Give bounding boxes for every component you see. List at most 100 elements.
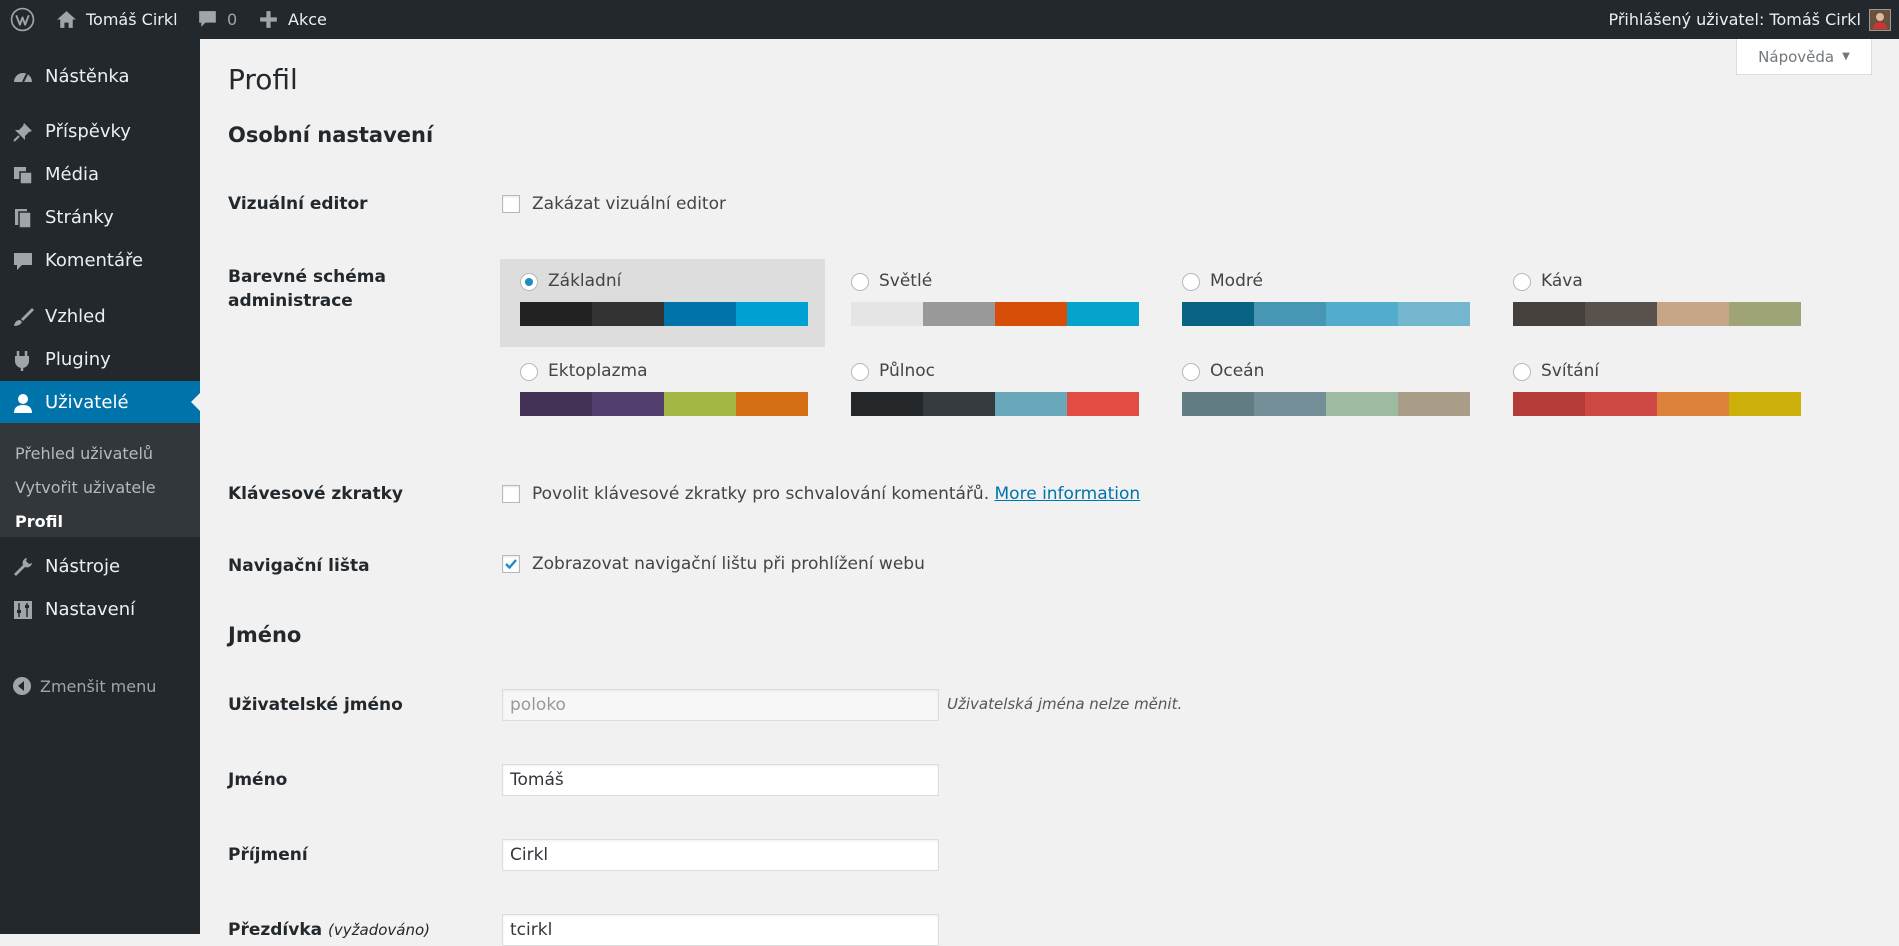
color-scheme-option[interactable]: Oceán [1162, 349, 1487, 437]
toolbar-label: Navigační lišta [228, 556, 370, 576]
color-swatch [1067, 392, 1139, 416]
menu-item-posts[interactable]: Příspěvky [0, 110, 200, 152]
menu-item-pages[interactable]: Stránky [0, 196, 200, 238]
collapse-menu-button[interactable]: Zmenšit menu [12, 676, 156, 696]
submenu-add-user[interactable]: Vytvořit uživatele [15, 478, 156, 497]
color-scheme-radio[interactable] [1513, 273, 1531, 291]
color-swatches [1513, 302, 1801, 326]
site-name-link[interactable]: Tomáš Cirkl [54, 0, 178, 39]
menu-item-plugins[interactable]: Pluginy [0, 338, 200, 380]
color-swatch [736, 392, 808, 416]
color-swatch [995, 392, 1067, 416]
color-swatch [1182, 302, 1254, 326]
more-information-link[interactable]: More information [995, 484, 1141, 504]
color-swatch [851, 302, 923, 326]
disable-visual-editor-checkbox[interactable] [502, 195, 520, 213]
color-swatch [995, 302, 1067, 326]
color-scheme-option[interactable]: Ektoplazma [500, 349, 825, 437]
color-scheme-name: Půlnoc [879, 361, 935, 381]
pin-icon [13, 123, 32, 142]
color-swatch [1254, 302, 1326, 326]
menu-item-dashboard[interactable]: Nástěnka [0, 55, 200, 97]
admin-menu: Nástěnka Příspěvky Média Stránky Komentá… [0, 39, 200, 934]
submenu-profile[interactable]: Profil [15, 512, 63, 531]
color-scheme-option[interactable]: Základní [500, 259, 825, 347]
color-swatch [592, 302, 664, 326]
color-swatches [1182, 302, 1470, 326]
color-scheme-name: Oceán [1210, 361, 1265, 381]
wrench-icon [14, 558, 32, 576]
color-swatch [1585, 302, 1657, 326]
color-swatch [1585, 392, 1657, 416]
color-swatches [520, 302, 808, 326]
color-swatch [1182, 392, 1254, 416]
nickname-input[interactable]: tcirkl [502, 914, 939, 946]
user-icon [14, 394, 32, 413]
menu-item-appearance[interactable]: Vzhled [0, 295, 200, 337]
color-swatch [1067, 302, 1139, 326]
media-icon [14, 167, 33, 185]
color-scheme-radio[interactable] [1182, 273, 1200, 291]
color-scheme-option[interactable]: Svítání [1493, 349, 1818, 437]
last-name-input[interactable]: Cirkl [502, 839, 939, 871]
color-swatch [1326, 392, 1398, 416]
color-swatch [1657, 302, 1729, 326]
color-scheme-radio[interactable] [851, 363, 869, 381]
menu-item-users[interactable]: Uživatelé [0, 381, 200, 423]
color-swatches [851, 302, 1139, 326]
wordpress-logo-button[interactable] [10, 0, 35, 39]
pages-icon [15, 209, 32, 229]
settings-icon [14, 601, 32, 619]
last-name-label: Příjmení [228, 845, 308, 865]
username-label: Uživatelské jméno [228, 695, 403, 715]
new-content-button[interactable]: Akce [256, 0, 327, 39]
color-scheme-radio[interactable] [1182, 363, 1200, 381]
color-scheme-name: Káva [1541, 271, 1583, 291]
color-scheme-option[interactable]: Káva [1493, 259, 1818, 347]
menu-item-media[interactable]: Média [0, 153, 200, 195]
required-note: (vyžadováno) [328, 921, 431, 939]
menu-item-tools[interactable]: Nástroje [0, 545, 200, 587]
color-scheme-name: Základní [548, 271, 622, 291]
first-name-input[interactable]: Tomáš [502, 764, 939, 796]
color-swatch [1254, 392, 1326, 416]
color-scheme-option[interactable]: Modré [1162, 259, 1487, 347]
show-toolbar-checkbox[interactable] [502, 555, 520, 573]
keyboard-shortcuts-checkbox[interactable] [502, 485, 520, 503]
color-scheme-label: Barevné schéma administrace [228, 267, 386, 311]
comments-link[interactable]: 0 [195, 0, 237, 39]
color-scheme-option[interactable]: Půlnoc [831, 349, 1156, 437]
my-account-link[interactable]: Přihlášený uživatel: Tomáš Cirkl [1608, 0, 1891, 39]
color-swatch [664, 302, 736, 326]
color-swatch [1729, 302, 1801, 326]
main-content: Profil Osobní nastavení Vizuální editor … [200, 39, 1899, 946]
color-scheme-name: Modré [1210, 271, 1263, 291]
color-swatch [664, 392, 736, 416]
color-scheme-name: Ektoplazma [548, 361, 648, 381]
show-toolbar-text: Zobrazovat navigační lištu při prohlížen… [532, 554, 925, 574]
plus-icon [260, 11, 277, 28]
color-swatch [1398, 392, 1470, 416]
keyboard-shortcuts-text: Povolit klávesové zkratky pro schvalován… [532, 484, 1141, 504]
submenu-all-users[interactable]: Přehled uživatelů [15, 444, 153, 463]
color-scheme-radio[interactable] [851, 273, 869, 291]
color-scheme-radio[interactable] [520, 363, 538, 381]
menu-item-comments[interactable]: Komentáře [0, 239, 200, 281]
wordpress-logo-icon [10, 7, 35, 32]
section-personal-options: Osobní nastavení [228, 123, 434, 147]
color-swatch [923, 392, 995, 416]
admin-bar: Tomáš Cirkl 0 Akce Přihlášený uživatel: … [0, 0, 1899, 39]
keyboard-shortcuts-label: Klávesové zkratky [228, 484, 403, 504]
color-swatch [1513, 302, 1585, 326]
color-scheme-radio[interactable] [1513, 363, 1531, 381]
home-icon [57, 11, 76, 28]
color-scheme-option[interactable]: Světlé [831, 259, 1156, 347]
color-swatch [851, 392, 923, 416]
color-swatches [1182, 392, 1470, 416]
color-swatch [736, 302, 808, 326]
disable-visual-editor-text: Zakázat vizuální editor [532, 194, 726, 214]
color-scheme-radio[interactable] [520, 273, 538, 291]
site-name: Tomáš Cirkl [86, 10, 178, 29]
visual-editor-label: Vizuální editor [228, 194, 368, 214]
menu-item-settings[interactable]: Nastavení [0, 588, 200, 630]
